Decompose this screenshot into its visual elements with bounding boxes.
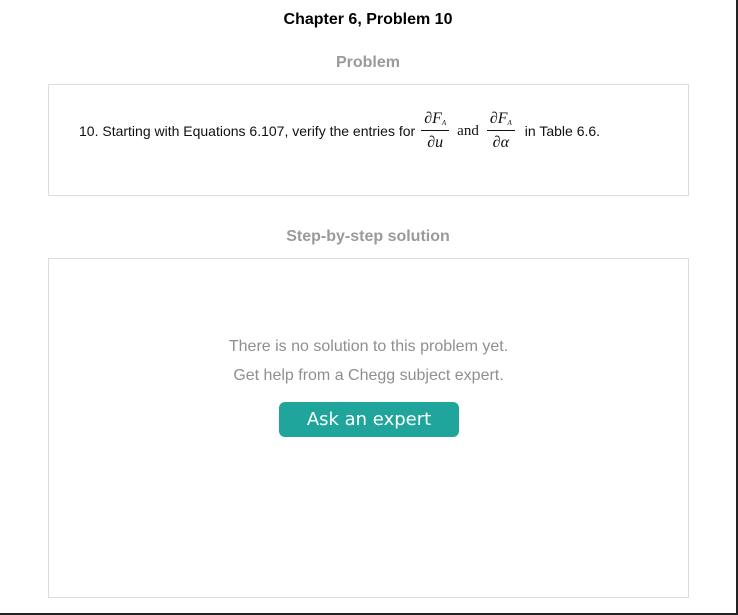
ask-expert-button[interactable]: Ask an expert — [279, 402, 459, 437]
fraction-denominator: ∂α — [492, 134, 509, 151]
problem-statement: 10. Starting with Equations 6.107, verif… — [79, 111, 600, 151]
partial-derivative-fraction-u: ∂FA ∂u — [421, 111, 450, 151]
fraction-numerator: ∂FA — [486, 111, 515, 131]
problem-text-after: in Table 6.6. — [524, 123, 601, 139]
problem-heading: Problem — [335, 54, 400, 71]
solution-heading: Step-by-step solution — [286, 228, 450, 245]
partial-derivative-fraction-alpha: ∂FA ∂α — [486, 111, 515, 151]
page: Chapter 6, Problem 10 Problem 10. Starti… — [0, 0, 738, 615]
problem-text-before: 10. Starting with Equations 6.107, verif… — [79, 123, 416, 139]
no-solution-message: There is no solution to this problem yet… — [228, 338, 509, 355]
help-message: Get help from a Chegg subject expert. — [233, 367, 504, 384]
chapter-title: Chapter 6, Problem 10 — [283, 11, 453, 28]
solution-box: There is no solution to this problem yet… — [48, 258, 689, 598]
fraction-denominator: ∂u — [427, 134, 444, 151]
conjunction-and: and — [457, 122, 479, 139]
problem-box: 10. Starting with Equations 6.107, verif… — [48, 84, 689, 196]
fraction-numerator: ∂FA — [421, 111, 450, 131]
